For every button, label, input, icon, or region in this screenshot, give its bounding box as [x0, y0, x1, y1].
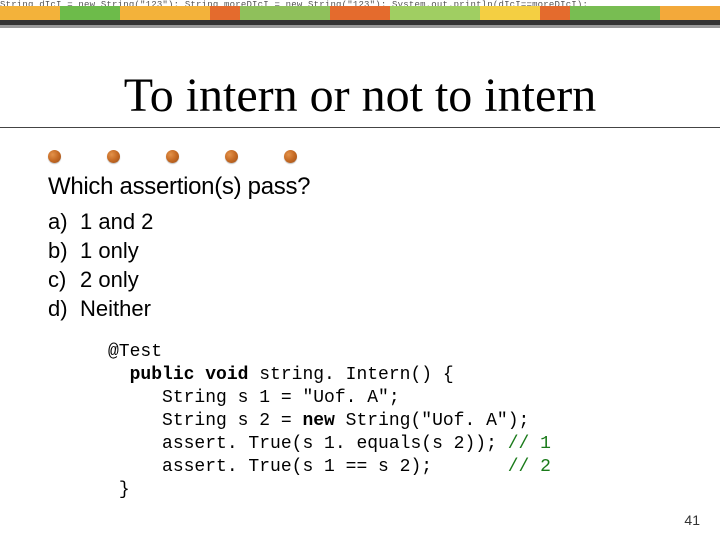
option-text: 2 only — [80, 265, 139, 294]
content-area: Which assertion(s) pass? a) 1 and 2 b) 1… — [48, 150, 720, 502]
question-text: Which assertion(s) pass? — [48, 173, 720, 201]
code-text: assert. True — [162, 434, 292, 454]
code-text: assert. True — [162, 457, 292, 477]
code-text: (s 1 == s 2); — [292, 457, 508, 477]
code-line-3: String s 1 = "Uof. A"; — [162, 388, 400, 408]
decorative-header-band: String dIcI = new String("123"); String … — [0, 0, 720, 30]
options-list: a) 1 and 2 b) 1 only c) 2 only d) Neithe… — [48, 207, 720, 323]
title-rule — [0, 127, 720, 128]
option-label: a) — [48, 207, 80, 236]
code-comment: // 1 — [508, 434, 551, 454]
option-text: Neither — [80, 294, 151, 323]
title-area: To intern or not to intern — [0, 68, 720, 128]
option-a: a) 1 and 2 — [48, 207, 720, 236]
code-line-1: @Test — [108, 342, 162, 362]
decorative-bullets-row — [48, 150, 720, 163]
option-b: b) 1 only — [48, 236, 720, 265]
code-comment: // 2 — [508, 457, 551, 477]
code-text: string. Intern() { — [248, 365, 453, 385]
option-d: d) Neither — [48, 294, 720, 323]
option-label: c) — [48, 265, 80, 294]
option-label: d) — [48, 294, 80, 323]
code-text: String("Uof. A"); — [335, 411, 529, 431]
bullet-dot — [107, 150, 120, 163]
option-text: 1 and 2 — [80, 207, 153, 236]
code-text: String s 2 = — [162, 411, 302, 431]
code-sample: @Test public void string. Intern() { Str… — [108, 341, 720, 502]
bullet-dot — [48, 150, 61, 163]
page-number: 41 — [684, 512, 700, 528]
option-c: c) 2 only — [48, 265, 720, 294]
bullet-dot — [225, 150, 238, 163]
code-keyword: public void — [130, 365, 249, 385]
slide-title: To intern or not to intern — [124, 68, 597, 123]
header-shadow — [0, 25, 720, 28]
bullet-dot — [284, 150, 297, 163]
option-label: b) — [48, 236, 80, 265]
color-stripe — [0, 6, 720, 20]
code-line-7: } — [119, 480, 130, 500]
bullet-dot — [166, 150, 179, 163]
code-text: (s 1. equals(s 2)); — [292, 434, 508, 454]
option-text: 1 only — [80, 236, 139, 265]
code-keyword: new — [302, 411, 334, 431]
